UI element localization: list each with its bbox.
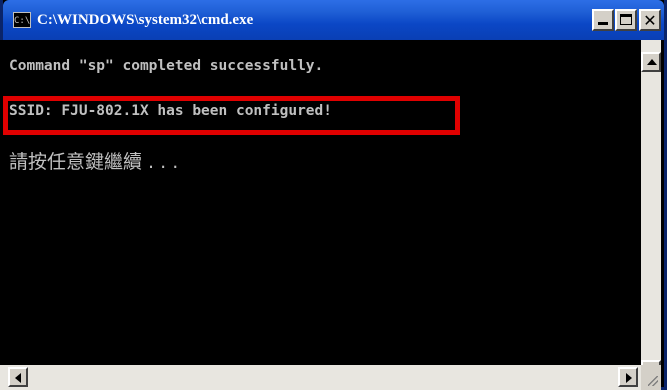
highlight-annotation [3,96,460,135]
scroll-left-button[interactable] [8,367,28,387]
console-icon[interactable]: C:\ [13,12,31,28]
window-title: C:\WINDOWS\system32\cmd.exe [37,12,254,28]
horizontal-scroll-track[interactable] [28,367,616,387]
close-icon: ✕ [643,11,657,30]
vertical-scrollbar[interactable] [641,40,661,380]
minimize-icon [598,22,608,25]
maximize-button[interactable] [615,9,637,31]
horizontal-scrollbar[interactable] [0,365,641,390]
close-button[interactable]: ✕ [639,9,661,31]
console-line-prompt: 請按任意鍵繼續 . . . [9,151,179,173]
console-line: Command "sp" completed successfully. [9,58,324,74]
maximize-icon [620,14,632,25]
arrow-right-icon [626,373,632,383]
scroll-up-button[interactable] [641,52,661,72]
resize-grip-icon[interactable] [641,365,661,390]
scroll-right-button[interactable] [618,367,638,387]
minimize-button[interactable] [592,9,614,31]
vertical-scroll-track[interactable] [641,72,661,358]
arrow-up-icon [647,59,657,65]
console-output[interactable]: Command "sp" completed successfully. SSI… [0,40,641,365]
arrow-left-icon [15,373,21,383]
title-bar[interactable]: C:\ C:\WINDOWS\system32\cmd.exe ✕ [3,0,664,40]
